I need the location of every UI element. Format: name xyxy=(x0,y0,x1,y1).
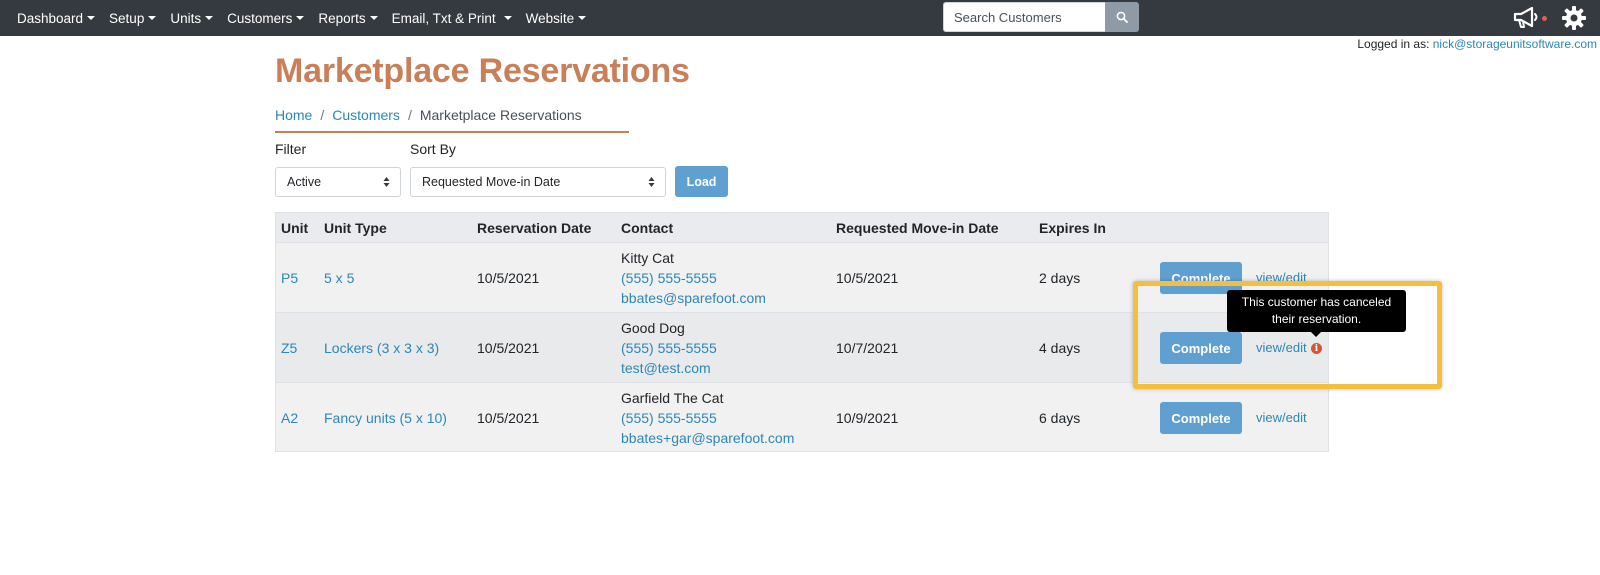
header-contact: Contact xyxy=(621,220,674,236)
caret-down-icon xyxy=(296,16,305,20)
expires-in: 4 days xyxy=(1039,340,1081,356)
header-expires-in: Expires In xyxy=(1039,220,1106,236)
breadcrumb-separator: / xyxy=(407,107,412,123)
header-reservation-date: Reservation Date xyxy=(477,220,592,236)
contact-name: Kitty Cat xyxy=(621,250,674,266)
tooltip-arrow xyxy=(1311,332,1321,337)
contact-phone-link[interactable]: (555) 555-5555 xyxy=(621,338,717,358)
move-in-date: 10/5/2021 xyxy=(836,270,899,286)
tooltip-line-2: their reservation. xyxy=(1271,312,1362,326)
contact-name: Garfield The Cat xyxy=(621,390,724,406)
caret-down-icon xyxy=(205,16,214,20)
sort-by-select[interactable]: Requested Move-in Date xyxy=(410,167,666,197)
contact-phone-link[interactable]: (555) 555-5555 xyxy=(621,408,794,428)
header-requested-move-in-date: Requested Move-in Date xyxy=(836,220,999,236)
unit-link[interactable]: Z5 xyxy=(281,340,297,356)
caret-down-icon xyxy=(369,16,378,20)
nav-reports-label: Reports xyxy=(318,10,366,26)
nav-customers[interactable]: Customers xyxy=(220,11,311,26)
filter-select[interactable]: Active xyxy=(275,167,401,197)
customer-search xyxy=(943,2,1139,32)
reservation-date: 10/5/2021 xyxy=(477,410,540,426)
nav-email-txt-print[interactable]: Email, Txt & Print xyxy=(385,11,519,26)
header-unit-type: Unit Type xyxy=(324,220,387,236)
contact-email-link[interactable]: test@test.com xyxy=(621,358,717,378)
contact-email-link[interactable]: bbates@sparefoot.com xyxy=(621,288,766,308)
unit-type-link[interactable]: 5 x 5 xyxy=(324,270,354,286)
expires-in: 2 days xyxy=(1039,270,1081,286)
gear-icon[interactable] xyxy=(1561,5,1587,31)
contact-cell: Good Dog (555) 555-5555 test@test.com xyxy=(621,318,717,378)
logged-in-info: Logged in as: nick@storageunitsoftware.c… xyxy=(1357,37,1597,51)
search-input[interactable] xyxy=(943,2,1105,32)
nav-setup-label: Setup xyxy=(109,10,145,26)
breadcrumb-current: Marketplace Reservations xyxy=(419,107,582,123)
logged-in-label: Logged in as: xyxy=(1357,37,1430,51)
caret-down-icon xyxy=(578,16,587,20)
nav-units-label: Units xyxy=(170,10,202,26)
contact-name: Good Dog xyxy=(621,320,685,336)
select-arrows-icon xyxy=(648,177,655,187)
nav-customers-label: Customers xyxy=(227,10,293,26)
table-row: A2 Fancy units (5 x 10) 10/5/2021 Garfie… xyxy=(276,383,1328,453)
caret-down-icon xyxy=(148,16,157,20)
page-title: Marketplace Reservations xyxy=(275,52,690,90)
move-in-date: 10/9/2021 xyxy=(836,410,899,426)
filter-select-value: Active xyxy=(287,175,322,189)
caret-down-icon xyxy=(503,16,512,20)
nav-units[interactable]: Units xyxy=(163,11,220,26)
complete-button[interactable]: Complete xyxy=(1160,402,1242,434)
unit-type-link[interactable]: Lockers (3 x 3 x 3) xyxy=(324,340,439,356)
select-arrows-icon xyxy=(383,177,390,187)
reservation-date: 10/5/2021 xyxy=(477,270,540,286)
reservation-date: 10/5/2021 xyxy=(477,340,540,356)
table-header: Unit Unit Type Reservation Date Contact … xyxy=(276,213,1328,243)
sort-by-label: Sort By xyxy=(410,141,456,157)
unit-link[interactable]: A2 xyxy=(281,410,298,426)
load-button[interactable]: Load xyxy=(675,166,728,197)
header-unit: Unit xyxy=(281,220,309,236)
search-icon xyxy=(1116,11,1128,23)
user-email-link[interactable]: nick@storageunitsoftware.com xyxy=(1433,37,1597,51)
search-button[interactable] xyxy=(1105,2,1139,32)
nav-dashboard-label: Dashboard xyxy=(17,10,84,26)
view-edit-link[interactable]: view/edit xyxy=(1256,410,1307,425)
nav-website-label: Website xyxy=(525,10,575,26)
filter-label: Filter xyxy=(275,141,307,157)
nav-website[interactable]: Website xyxy=(519,11,594,26)
breadcrumb-customers[interactable]: Customers xyxy=(332,107,400,123)
tooltip-line-1: This customer has canceled xyxy=(1241,295,1392,309)
unit-type-link[interactable]: Fancy units (5 x 10) xyxy=(324,410,447,426)
unit-link[interactable]: P5 xyxy=(281,270,298,286)
canceled-reservation-tooltip: This customer has canceled their reserva… xyxy=(1227,290,1406,332)
nav-dashboard[interactable]: Dashboard xyxy=(10,11,102,26)
expires-in: 6 days xyxy=(1039,410,1081,426)
caret-down-icon xyxy=(87,16,96,20)
breadcrumb-home[interactable]: Home xyxy=(275,107,312,123)
nav-email-label: Email, Txt & Print xyxy=(391,10,496,26)
notification-dot xyxy=(1542,16,1547,21)
title-divider xyxy=(275,131,629,133)
move-in-date: 10/7/2021 xyxy=(836,340,899,356)
sort-by-select-value: Requested Move-in Date xyxy=(422,175,561,189)
nav-setup[interactable]: Setup xyxy=(102,11,163,26)
breadcrumb-separator: / xyxy=(320,107,325,123)
contact-cell: Kitty Cat (555) 555-5555 bbates@sparefoo… xyxy=(621,248,766,308)
contact-phone-link[interactable]: (555) 555-5555 xyxy=(621,268,766,288)
megaphone-icon[interactable] xyxy=(1512,5,1540,31)
contact-cell: Garfield The Cat (555) 555-5555 bbates+g… xyxy=(621,388,794,448)
nav-menu: Dashboard Setup Units Customers Reports … xyxy=(10,11,593,26)
top-navbar: Dashboard Setup Units Customers Reports … xyxy=(0,0,1600,36)
breadcrumb: Home / Customers / Marketplace Reservati… xyxy=(275,107,582,123)
nav-reports[interactable]: Reports xyxy=(311,11,384,26)
contact-email-link[interactable]: bbates+gar@sparefoot.com xyxy=(621,428,794,448)
